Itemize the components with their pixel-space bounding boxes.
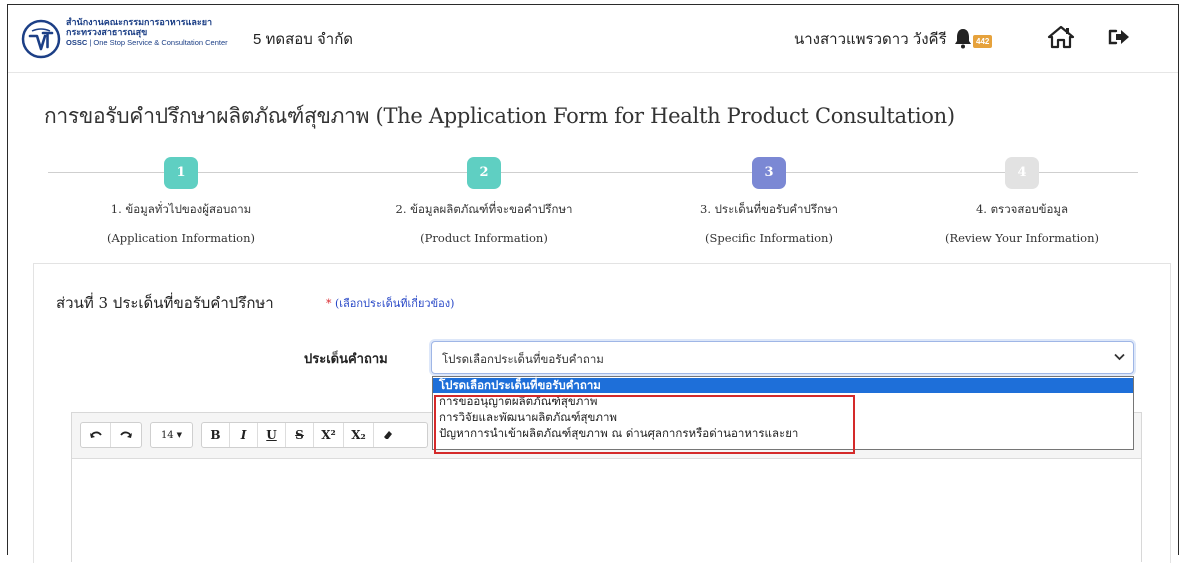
section-note: * (เลือกประเด็นที่เกี่ยวข้อง) [326,294,454,312]
org-line3: OSSC | One Stop Service & Consultation C… [66,37,241,48]
org-line1: สำนักงานคณะกรรมการอาหารและยา [66,17,213,27]
format-group: B I U S X² X₂ [201,422,428,448]
org-name: สำนักงานคณะกรรมการอาหารและยา กระทรวงสาธา… [66,17,241,48]
dropdown-option-import[interactable]: ปัญหาการนำเข้าผลิตภัณฑ์สุขภาพ ณ ด่านศุลก… [433,426,1133,441]
undo-icon [89,431,102,438]
caret-down-icon: ▼ [176,431,183,439]
step-1-label: 1. ข้อมูลทั่วไปของผู้สอบถาม [110,202,252,216]
section-panel: ส่วนที่ 3 ประเด็นที่ขอรับคำปรึกษา * (เลื… [33,263,1171,563]
page-title: การขอรับคำปรึกษาผลิตภัณฑ์สุขภาพ (The App… [44,104,955,128]
bell-icon [955,29,971,49]
app-window: สำนักงานคณะกรรมการอาหารและยา กระทรวงสาธา… [7,4,1179,563]
superscript-button[interactable]: X² [314,423,344,447]
dropdown-option-placeholder[interactable]: โปรดเลือกประเด็นที่ขอรับคำถาม [433,378,1133,393]
dropdown-option-research[interactable]: การวิจัยและพัฒนาผลิตภัณฑ์สุขภาพ [433,410,1133,425]
undo-button[interactable] [81,423,111,447]
org-line2: กระทรวงสาธารณสุข [66,27,148,37]
question-topic-dropdown: โปรดเลือกประเด็นที่ขอรับคำถาม การขออนุญา… [432,376,1134,450]
step-4-number: 4 [1005,157,1039,189]
subscript-button[interactable]: X₂ [344,423,374,447]
clear-format-button[interactable] [374,423,402,447]
logout-icon [1108,29,1129,45]
chevron-down-icon [1114,353,1125,361]
step-2-label: 2. ข้อมูลผลิตภัณฑ์ที่จะขอคำปรึกษา [395,202,573,216]
underline-button[interactable]: U [258,423,286,447]
company-name: 5 ทดสอบ จำกัด [253,31,354,48]
step-4-sublabel: (Review Your Information) [944,231,1099,245]
step-2-sublabel: (Product Information) [420,231,548,245]
italic-button[interactable]: I [230,423,258,447]
home-button[interactable] [1047,25,1075,53]
org-tagline: | One Stop Service & Consultation Center [89,38,228,47]
fda-logo-icon[interactable] [21,19,61,59]
section-note-text: (เลือกประเด็นที่เกี่ยวข้อง) [335,297,455,310]
strikethrough-button[interactable]: S [286,423,314,447]
step-1-sublabel: (Application Information) [107,231,255,245]
step-3-label: 3. ประเด็นที่ขอรับคำปรึกษา [700,202,838,216]
step-3-sublabel: (Specific Information) [705,231,833,245]
required-star: * [326,297,332,310]
section-title: ส่วนที่ 3 ประเด็นที่ขอรับคำปรึกษา [56,294,274,312]
step-2[interactable]: 2 2. ข้อมูลผลิตภัณฑ์ที่จะขอคำปรึกษา (Pro… [369,157,599,245]
step-4-label: 4. ตรวจสอบข้อมูล [975,202,1069,216]
redo-button[interactable] [111,423,141,447]
redo-icon [120,431,132,438]
notifications-button[interactable]: 442 [953,25,993,53]
step-1-number: 1 [164,157,198,189]
notification-badge: 442 [973,35,993,48]
eraser-icon [384,431,392,439]
font-size-value: 14 [160,429,174,441]
bold-button[interactable]: B [202,423,230,447]
question-topic-select[interactable]: โปรดเลือกประเด็นที่ขอรับคำถาม [431,341,1134,374]
step-4[interactable]: 4 4. ตรวจสอบข้อมูล (Review Your Informat… [907,157,1137,245]
home-icon [1047,25,1075,49]
logout-button[interactable] [1108,27,1130,51]
question-field-label: ประเด็นคำถาม [304,352,388,367]
step-3-number: 3 [752,157,786,189]
user-name[interactable]: นางสาวแพรวดาว วังคีรี [794,27,947,51]
step-3[interactable]: 3 3. ประเด็นที่ขอรับคำปรึกษา (Specific I… [654,157,884,245]
question-topic-selected: โปรดเลือกประเด็นที่ขอรับคำถาม [442,352,604,366]
history-group [80,422,142,448]
step-1[interactable]: 1 1. ข้อมูลทั่วไปของผู้สอบถาม (Applicati… [66,157,296,245]
org-brand: OSSC [66,38,88,47]
font-size-select[interactable]: 14 ▼ [151,423,192,447]
dropdown-option-license[interactable]: การขออนุญาตผลิตภัณฑ์สุขภาพ [433,394,1133,409]
font-size-group: 14 ▼ [150,422,193,448]
step-2-number: 2 [467,157,501,189]
top-bar: สำนักงานคณะกรรมการอาหารและยา กระทรวงสาธา… [8,5,1178,73]
